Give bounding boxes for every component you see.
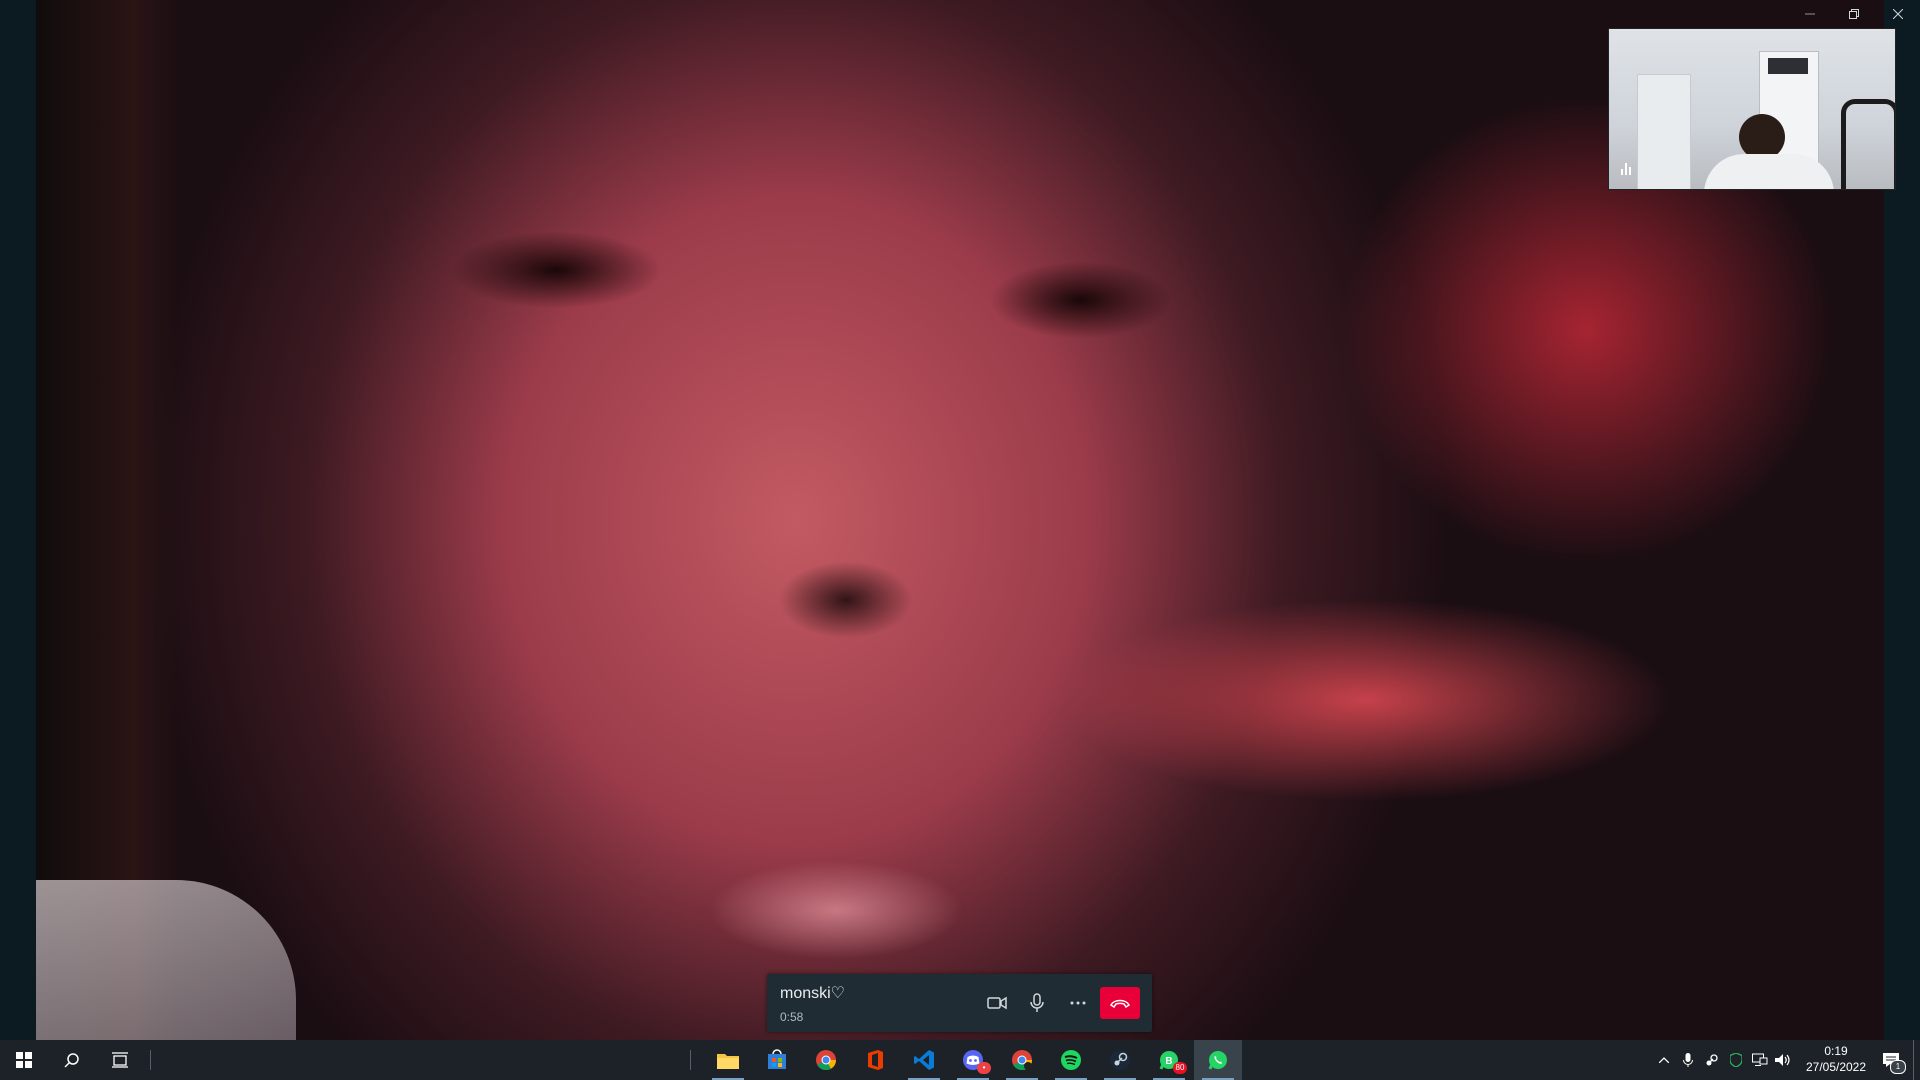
whatsapp-business-app[interactable]: B 80 — [1145, 1040, 1193, 1080]
chrome-profile-icon — [1012, 1050, 1033, 1071]
remote-video-blanket — [36, 880, 296, 1040]
more-dots-icon — [1070, 1001, 1086, 1005]
vs-code-app[interactable] — [900, 1040, 948, 1080]
notification-center-button[interactable]: 1 — [1876, 1040, 1906, 1080]
microphone-icon — [1030, 993, 1044, 1012]
minimize-button[interactable] — [1788, 0, 1832, 28]
self-view-video[interactable] — [1608, 28, 1896, 190]
network-icon — [1752, 1053, 1768, 1066]
end-call-button[interactable] — [1100, 987, 1140, 1019]
remote-video-feed — [36, 0, 1884, 1040]
contact-name: monski♡ — [780, 985, 846, 1002]
steam-icon — [1110, 1050, 1130, 1070]
whatsapp-icon — [1208, 1051, 1227, 1070]
steam-tray-icon — [1706, 1054, 1718, 1066]
windows-logo-icon — [16, 1052, 32, 1068]
self-view-chair — [1841, 99, 1895, 189]
office-icon — [868, 1050, 883, 1070]
whatsapp-app[interactable] — [1194, 1040, 1242, 1080]
steam-app[interactable] — [1096, 1040, 1144, 1080]
discord-app[interactable]: • — [949, 1040, 997, 1080]
show-desktop-strip[interactable] — [1913, 1040, 1914, 1080]
video-toggle-button[interactable] — [983, 989, 1011, 1017]
video-camera-icon — [987, 996, 1007, 1010]
office-app[interactable] — [851, 1040, 899, 1080]
chrome-profile-app[interactable] — [998, 1040, 1046, 1080]
tray-volume[interactable] — [1772, 1040, 1794, 1080]
notification-count: 1 — [1890, 1060, 1906, 1074]
start-button[interactable] — [0, 1040, 48, 1080]
search-button[interactable] — [48, 1040, 96, 1080]
vs-code-icon — [914, 1050, 934, 1070]
clock-date: 27/05/2022 — [1805, 1060, 1867, 1074]
video-call-window: monski♡ 0:58 — [0, 0, 1920, 1040]
tray-steam[interactable] — [1700, 1040, 1724, 1080]
clock-time: 0:19 — [1824, 1044, 1848, 1058]
chrome-icon — [816, 1050, 837, 1071]
self-view-cabinet — [1637, 74, 1691, 189]
restore-button[interactable] — [1832, 0, 1876, 28]
tray-microphone[interactable] — [1676, 1040, 1700, 1080]
minimize-icon — [1805, 13, 1815, 15]
speaker-icon — [1775, 1054, 1790, 1066]
whatsapp-business-badge: 80 — [1173, 1062, 1187, 1074]
chevron-up-icon — [1659, 1057, 1669, 1063]
tray-security[interactable] — [1724, 1040, 1748, 1080]
hang-up-icon — [1110, 999, 1130, 1008]
restore-icon — [1849, 9, 1859, 19]
discord-badge: • — [977, 1062, 991, 1074]
taskbar-divider — [690, 1050, 691, 1070]
microphone-tray-icon — [1683, 1053, 1693, 1067]
folder-icon — [717, 1054, 739, 1069]
taskbar: • B 80 0:19 27/05/2022 1 — [0, 1040, 1920, 1080]
window-controls — [1788, 0, 1920, 28]
more-options-button[interactable] — [1064, 989, 1092, 1017]
close-button[interactable] — [1876, 0, 1920, 28]
spotify-app[interactable] — [1047, 1040, 1095, 1080]
self-view-person-body — [1704, 154, 1834, 189]
spotify-icon — [1061, 1050, 1081, 1070]
file-explorer-app[interactable] — [704, 1040, 752, 1080]
audio-level-icon — [1621, 159, 1635, 175]
mute-button[interactable] — [1023, 989, 1051, 1017]
search-icon — [64, 1053, 79, 1068]
show-hidden-icons-button[interactable] — [1652, 1040, 1676, 1080]
task-view-button[interactable] — [96, 1040, 144, 1080]
microsoft-store-app[interactable] — [753, 1040, 801, 1080]
taskbar-divider — [150, 1050, 151, 1070]
task-view-icon — [112, 1052, 128, 1068]
store-icon — [768, 1049, 786, 1069]
taskbar-clock[interactable]: 0:19 27/05/2022 — [1794, 1040, 1878, 1080]
tray-network[interactable] — [1748, 1040, 1772, 1080]
svg-text:B: B — [1165, 1056, 1172, 1067]
close-icon — [1893, 9, 1903, 19]
chrome-app[interactable] — [802, 1040, 850, 1080]
shield-icon — [1730, 1053, 1742, 1067]
call-duration: 0:58 — [780, 1010, 804, 1024]
call-control-bar: monski♡ 0:58 — [767, 974, 1152, 1032]
